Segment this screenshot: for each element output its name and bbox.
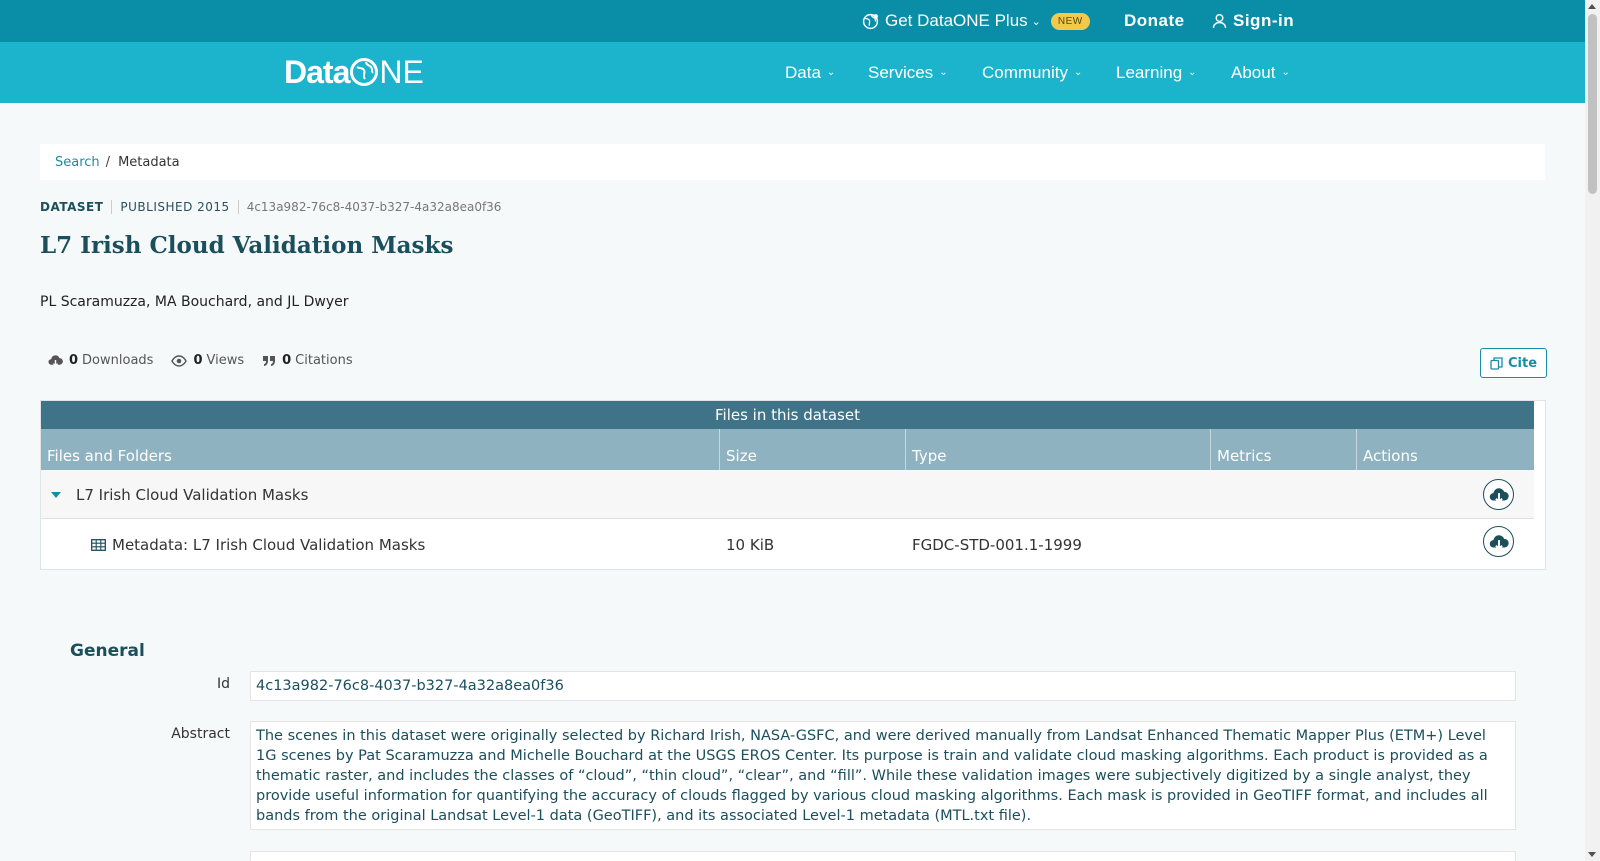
dataset-authors: PL Scaramuzza, MA Bouchard, and JL Dwyer <box>40 294 349 310</box>
dataone-logo[interactable]: Data NE <box>284 52 424 92</box>
views-count: 0 <box>193 353 203 368</box>
files-table: Files in this dataset Files and Folders … <box>40 400 1546 570</box>
scroll-down-icon[interactable] <box>1588 852 1596 857</box>
breadcrumb: Search / Metadata <box>40 144 1545 180</box>
nav-item-services[interactable]: Services ⌄ <box>868 42 948 103</box>
folder-row[interactable]: L7 Irish Cloud Validation Masks <box>41 470 1534 519</box>
views-label: Views <box>206 353 245 368</box>
id-label: Id <box>216 676 230 692</box>
file-size: 10 KiB <box>726 535 775 554</box>
download-folder-button[interactable] <box>1483 479 1514 510</box>
chevron-down-icon: ⌄ <box>939 67 948 78</box>
nav-item-learning[interactable]: Learning ⌄ <box>1116 42 1197 103</box>
cloud-download-icon <box>1489 534 1509 550</box>
column-header-type[interactable]: Type <box>906 429 1211 470</box>
sign-in-label: Sign-in <box>1233 11 1295 30</box>
views-metric[interactable]: 0 Views <box>171 353 244 368</box>
downloads-label: Downloads <box>82 353 154 368</box>
dataset-type-label: DATASET <box>40 200 104 214</box>
chevron-down-icon: ⌄ <box>826 67 836 78</box>
logo-text-data: Data <box>284 53 350 90</box>
nav-item-label: Learning <box>1116 62 1183 82</box>
nav-item-label: About <box>1231 62 1276 82</box>
nav-item-data[interactable]: Data ⌄ <box>785 42 835 103</box>
donate-link[interactable]: Donate <box>1124 0 1185 42</box>
download-file-button[interactable] <box>1483 526 1514 557</box>
user-icon <box>1212 14 1227 29</box>
column-header-metrics[interactable]: Metrics <box>1211 429 1357 470</box>
nav-item-about[interactable]: About ⌄ <box>1231 42 1290 103</box>
file-name: Metadata: L7 Irish Cloud Validation Mask… <box>112 535 426 554</box>
file-row[interactable]: Metadata: L7 Irish Cloud Validation Mask… <box>41 520 1534 569</box>
files-table-header: Files and Folders Size Type Metrics Acti… <box>41 429 1534 470</box>
file-link[interactable]: Metadata: L7 Irish Cloud Validation Mask… <box>91 520 425 569</box>
sign-in-link[interactable]: Sign-in <box>1212 0 1294 42</box>
published-year: PUBLISHED 2015 <box>120 200 230 214</box>
dataset-meta-line: DATASET PUBLISHED 2015 4c13a982-76c8-403… <box>40 200 501 214</box>
main-navigation: Data NE Data ⌄ Services ⌄ Community ⌄ Learn… <box>0 42 1585 103</box>
divider <box>237 200 239 214</box>
chevron-down-icon: ⌄ <box>1073 67 1083 78</box>
abstract-label: Abstract <box>171 726 230 742</box>
abstract-value: The scenes in this dataset were original… <box>250 721 1516 830</box>
table-icon <box>91 538 106 551</box>
cite-button[interactable]: Cite <box>1480 348 1547 378</box>
downloads-metric[interactable]: 0 Downloads <box>48 353 153 368</box>
cloud-download-icon <box>1489 487 1509 503</box>
globe-icon <box>862 13 879 29</box>
top-utility-bar: Get DataONE Plus ⌄ NEW Donate Sign-in <box>0 0 1585 42</box>
nav-item-label: Data <box>785 62 821 82</box>
dataset-pid: 4c13a982-76c8-4037-b327-4a32a8ea0f36 <box>246 200 502 214</box>
new-badge: NEW <box>1050 12 1090 30</box>
expand-caret-icon[interactable] <box>51 470 61 519</box>
folder-name[interactable]: L7 Irish Cloud Validation Masks <box>76 470 308 519</box>
eye-icon <box>171 354 188 367</box>
column-header-actions: Actions <box>1363 447 1418 465</box>
dataset-metrics: 0 Downloads 0 Views 0 Citations <box>48 353 371 368</box>
cite-button-label: Cite <box>1507 355 1538 371</box>
citations-metric[interactable]: 0 Citations <box>262 353 353 368</box>
citations-label: Citations <box>295 353 353 368</box>
next-field-box <box>250 851 1516 861</box>
copy-icon <box>1490 356 1503 370</box>
column-header-size[interactable]: Size <box>720 429 906 470</box>
files-table-caption: Files in this dataset <box>41 401 1534 429</box>
get-dataone-plus-label: Get DataONE Plus <box>885 11 1028 30</box>
breadcrumb-separator: / <box>105 154 111 170</box>
page-scrollbar[interactable] <box>1585 0 1600 861</box>
nav-item-label: Services <box>868 62 934 82</box>
citations-count: 0 <box>282 353 292 368</box>
cloud-download-icon <box>48 355 63 367</box>
nav-item-label: Community <box>982 62 1068 82</box>
scrollbar-thumb[interactable] <box>1588 14 1597 194</box>
breadcrumb-current: Metadata <box>118 154 180 170</box>
chevron-down-icon: ⌄ <box>1281 67 1290 78</box>
globe-o-icon <box>350 58 379 86</box>
logo-text-ne: NE <box>379 53 424 90</box>
column-header-files[interactable]: Files and Folders <box>41 429 720 470</box>
downloads-count: 0 <box>69 353 79 368</box>
page-title: L7 Irish Cloud Validation Masks <box>40 232 454 259</box>
divider <box>111 200 113 214</box>
breadcrumb-search-link[interactable]: Search <box>55 155 100 170</box>
scroll-up-icon[interactable] <box>1588 4 1596 9</box>
chevron-down-icon: ⌄ <box>1188 67 1197 78</box>
id-value: 4c13a982-76c8-4037-b327-4a32a8ea0f36 <box>250 671 1516 701</box>
get-dataone-plus-menu[interactable]: Get DataONE Plus ⌄ NEW <box>862 0 1090 42</box>
general-section-title: General <box>70 641 145 661</box>
chevron-down-icon: ⌄ <box>1031 15 1041 28</box>
file-type: FGDC-STD-001.1-1999 <box>912 535 1082 554</box>
nav-item-community[interactable]: Community ⌄ <box>982 42 1082 103</box>
logo-text-one: NE <box>349 53 424 91</box>
quote-icon <box>263 355 276 366</box>
